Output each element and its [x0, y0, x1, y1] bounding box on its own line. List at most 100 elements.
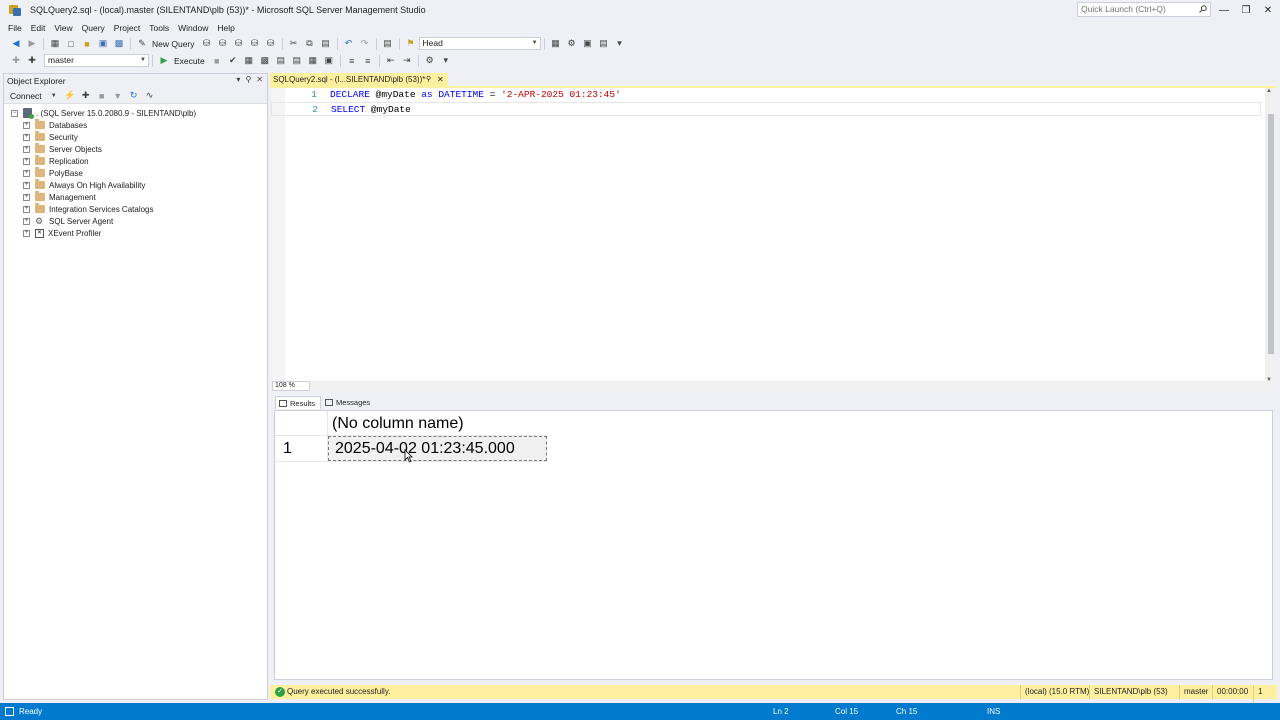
expand-icon[interactable]: +: [23, 145, 30, 153]
close-icon[interactable]: ✕: [256, 75, 263, 84]
quick-launch-input[interactable]: Quick Launch (Ctrl+Q): [1077, 2, 1211, 17]
toolbar-options-icon[interactable]: ▾: [614, 38, 626, 50]
chevron-down-icon[interactable]: ▼: [48, 90, 60, 102]
tree-node-security[interactable]: + Security: [4, 131, 267, 143]
tree-node-server-objects[interactable]: + Server Objects: [4, 143, 267, 155]
connect-button[interactable]: Connect: [10, 91, 42, 101]
output-icon[interactable]: [5, 707, 14, 716]
tree-node-management[interactable]: + Management: [4, 191, 267, 203]
close-tab-icon[interactable]: ✕: [437, 73, 444, 86]
column-header[interactable]: (No column name): [332, 415, 464, 433]
expand-icon[interactable]: +: [23, 205, 30, 213]
new-query-icon[interactable]: ✎: [136, 38, 148, 50]
results-to-file-icon[interactable]: ▣: [323, 55, 335, 67]
expand-icon[interactable]: +: [23, 181, 30, 189]
back-icon[interactable]: ◀: [10, 38, 22, 50]
analysis-dax-query-icon[interactable]: ⛁: [265, 38, 277, 50]
pin-icon[interactable]: ⚲: [426, 73, 431, 86]
expand-icon[interactable]: +: [23, 157, 30, 165]
connect-icon[interactable]: ✚: [10, 55, 22, 67]
tab-results[interactable]: Results: [275, 396, 321, 409]
cancel-query-icon[interactable]: ■: [211, 55, 223, 67]
comment-icon[interactable]: ≡: [346, 55, 358, 67]
tree-node-always-on[interactable]: + Always On High Availability: [4, 179, 267, 191]
menu-query[interactable]: Query: [78, 23, 109, 33]
filter-icon[interactable]: ▼: [112, 90, 124, 102]
refresh-icon[interactable]: ↻: [128, 90, 140, 102]
menu-project[interactable]: Project: [110, 23, 144, 33]
new-query-button[interactable]: New Query: [152, 39, 195, 49]
toolbox-icon[interactable]: ▣: [582, 38, 594, 50]
uncomment-icon[interactable]: ≡: [362, 55, 374, 67]
find-combo[interactable]: Head ▼: [418, 37, 541, 50]
tree-node-polybase[interactable]: + PolyBase: [4, 167, 267, 179]
tree-node-integration-services[interactable]: + Integration Services Catalogs: [4, 203, 267, 215]
properties-icon[interactable]: ⚙: [566, 38, 578, 50]
paste-icon[interactable]: ▤: [320, 38, 332, 50]
increase-indent-icon[interactable]: ⇥: [401, 55, 413, 67]
results-grid[interactable]: (No column name) 1 2025-04-02 01:23:45.0…: [274, 410, 1273, 680]
analysis-mdx-query-icon[interactable]: ⛁: [217, 38, 229, 50]
specify-template-values-icon[interactable]: ⚙: [424, 55, 436, 67]
intellisense-icon[interactable]: ▤: [275, 55, 287, 67]
collapse-icon[interactable]: −: [11, 109, 18, 117]
save-icon[interactable]: ▣: [97, 38, 109, 50]
tab-sqlquery2[interactable]: SQLQuery2.sql - (l...SILENTAND\plb (53))…: [270, 73, 448, 86]
tree-node-databases[interactable]: + Databases: [4, 119, 267, 131]
activity-monitor-icon[interactable]: ▤: [382, 38, 394, 50]
result-cell[interactable]: 2025-04-02 01:23:45.000: [328, 436, 547, 461]
activity-monitor-icon[interactable]: ∿: [144, 90, 156, 102]
execute-icon[interactable]: ▶: [158, 55, 170, 67]
query-editor[interactable]: 1 DECLARE @myDate as DATETIME = '2-APR-2…: [271, 88, 1277, 391]
code-text[interactable]: DECLARE @myDate as DATETIME = '2-APR-202…: [330, 88, 621, 102]
expand-icon[interactable]: +: [23, 229, 30, 237]
restore-button[interactable]: ❐: [1235, 0, 1257, 20]
expand-icon[interactable]: +: [23, 217, 30, 225]
available-databases-combo[interactable]: master ▼: [44, 54, 149, 67]
menu-file[interactable]: File: [4, 23, 26, 33]
open-folder-icon[interactable]: ■: [81, 38, 93, 50]
tree-node-server[interactable]: − . (SQL Server 15.0.2080.9 - SILENTAND\…: [4, 107, 267, 119]
query-designer-icon[interactable]: ▩: [259, 55, 271, 67]
analysis-xmla-query-icon[interactable]: ⛁: [249, 38, 261, 50]
find-in-files-icon[interactable]: ⚑: [405, 38, 417, 50]
decrease-indent-icon[interactable]: ⇤: [385, 55, 397, 67]
chevron-down-icon[interactable]: ▾: [236, 75, 240, 84]
expand-icon[interactable]: +: [23, 133, 30, 141]
menu-edit[interactable]: Edit: [27, 23, 50, 33]
cut-icon[interactable]: ✂: [288, 38, 300, 50]
results-to-text-icon[interactable]: ▤: [291, 55, 303, 67]
code-line-1[interactable]: 1 DECLARE @myDate as DATETIME = '2-APR-2…: [271, 88, 1261, 102]
redo-icon[interactable]: ↷: [359, 38, 371, 50]
toolbar-options-icon[interactable]: ▾: [440, 55, 452, 67]
results-to-grid-icon[interactable]: ▦: [307, 55, 319, 67]
tab-messages[interactable]: Messages: [322, 396, 376, 409]
expand-icon[interactable]: +: [23, 121, 30, 129]
parse-icon[interactable]: ✔: [227, 55, 239, 67]
ssms-app-icon[interactable]: [8, 3, 22, 17]
change-connection-icon[interactable]: ✚: [26, 55, 38, 67]
expand-icon[interactable]: +: [23, 169, 30, 177]
tree-node-xevent-profiler[interactable]: + ✕ XEvent Profiler: [4, 227, 267, 239]
menu-view[interactable]: View: [50, 23, 76, 33]
add-item-icon[interactable]: □: [65, 38, 77, 50]
connect-plug-icon[interactable]: ⚡: [64, 90, 76, 102]
forward-icon[interactable]: ▶: [26, 38, 38, 50]
new-project-icon[interactable]: ▦: [49, 38, 61, 50]
code-line-2[interactable]: 2 SELECT @myDate: [271, 102, 1261, 116]
minimize-button[interactable]: —: [1213, 0, 1235, 20]
close-window-button[interactable]: ✕: [1257, 0, 1279, 20]
execute-button[interactable]: Execute: [174, 56, 205, 66]
database-engine-query-icon[interactable]: ⛁: [201, 38, 213, 50]
disconnect-icon[interactable]: ✚: [80, 90, 92, 102]
editor-vertical-scrollbar[interactable]: ▲ ▼: [1265, 88, 1277, 383]
undo-icon[interactable]: ↶: [343, 38, 355, 50]
estimated-plan-icon[interactable]: ▦: [243, 55, 255, 67]
stop-icon[interactable]: ■: [96, 90, 108, 102]
code-text[interactable]: SELECT @myDate: [331, 103, 411, 117]
save-all-icon[interactable]: ▩: [113, 38, 125, 50]
menu-window[interactable]: Window: [174, 23, 212, 33]
tree-node-sql-server-agent[interactable]: + ⚙ SQL Server Agent: [4, 215, 267, 227]
output-window-icon[interactable]: ▤: [598, 38, 610, 50]
tree-node-replication[interactable]: + Replication: [4, 155, 267, 167]
